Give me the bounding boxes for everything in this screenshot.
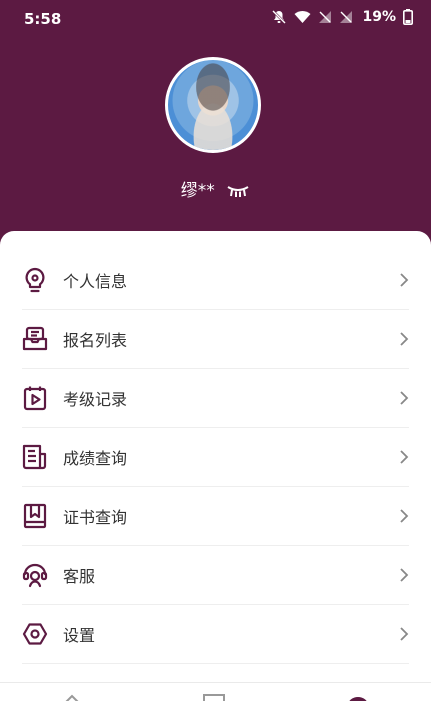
profile-header: 5:58 19% 缪** — [0, 0, 431, 250]
status-bar: 5:58 19% — [0, 0, 431, 36]
video-tab-icon[interactable] — [202, 693, 226, 701]
menu-item-customer-service[interactable]: 客服 — [22, 546, 409, 605]
menu-item-registration-list[interactable]: 报名列表 — [22, 310, 409, 369]
mute-icon — [272, 10, 287, 24]
menu-item-score-query[interactable]: 成绩查询 — [22, 428, 409, 487]
signal-off-icon-2 — [340, 11, 353, 23]
chevron-right-icon — [400, 627, 409, 641]
username-row: 缪** — [0, 176, 431, 201]
menu-item-label: 设置 — [63, 626, 96, 645]
menu-item-label: 成绩查询 — [63, 449, 128, 468]
chevron-right-icon — [400, 332, 409, 346]
certificate-icon — [22, 503, 48, 529]
bottom-nav — [0, 682, 431, 701]
menu-item-label: 考级记录 — [63, 390, 128, 409]
battery-percent: 19% — [362, 9, 396, 25]
menu-item-label: 证书查询 — [63, 508, 128, 527]
chevron-right-icon — [400, 391, 409, 405]
customer-service-icon — [22, 562, 48, 588]
menu-item-label: 个人信息 — [63, 272, 128, 291]
home-tab-icon[interactable] — [60, 693, 84, 701]
menu-item-certificate-query[interactable]: 证书查询 — [22, 487, 409, 546]
menu-item-personal-info[interactable]: 个人信息 — [22, 251, 409, 310]
menu-list: 个人信息 报名列表 考级记录 成绩查询 证书查询 客服 设置 — [22, 251, 409, 664]
battery-icon — [403, 9, 413, 25]
closed-eye-icon[interactable] — [226, 184, 250, 198]
signal-off-icon — [319, 11, 332, 23]
menu-item-label: 客服 — [63, 567, 96, 586]
profile-tab-icon[interactable] — [346, 693, 370, 701]
chevron-right-icon — [400, 568, 409, 582]
menu-card: 个人信息 报名列表 考级记录 成绩查询 证书查询 客服 设置 — [0, 231, 431, 701]
status-time: 5:58 — [24, 10, 62, 28]
inbox-icon — [22, 326, 48, 352]
document-icon — [22, 444, 48, 470]
username: 缪** — [180, 181, 215, 201]
chevron-right-icon — [400, 273, 409, 287]
menu-item-label: 报名列表 — [63, 331, 128, 350]
lightbulb-icon — [22, 267, 48, 293]
wifi-icon — [294, 11, 311, 23]
menu-item-exam-records[interactable]: 考级记录 — [22, 369, 409, 428]
hexagon-settings-icon — [22, 621, 48, 647]
chevron-right-icon — [400, 450, 409, 464]
avatar[interactable] — [165, 57, 261, 153]
chevron-right-icon — [400, 509, 409, 523]
status-icons: 19% — [271, 9, 413, 25]
calendar-play-icon — [22, 385, 48, 411]
menu-item-settings[interactable]: 设置 — [22, 605, 409, 664]
